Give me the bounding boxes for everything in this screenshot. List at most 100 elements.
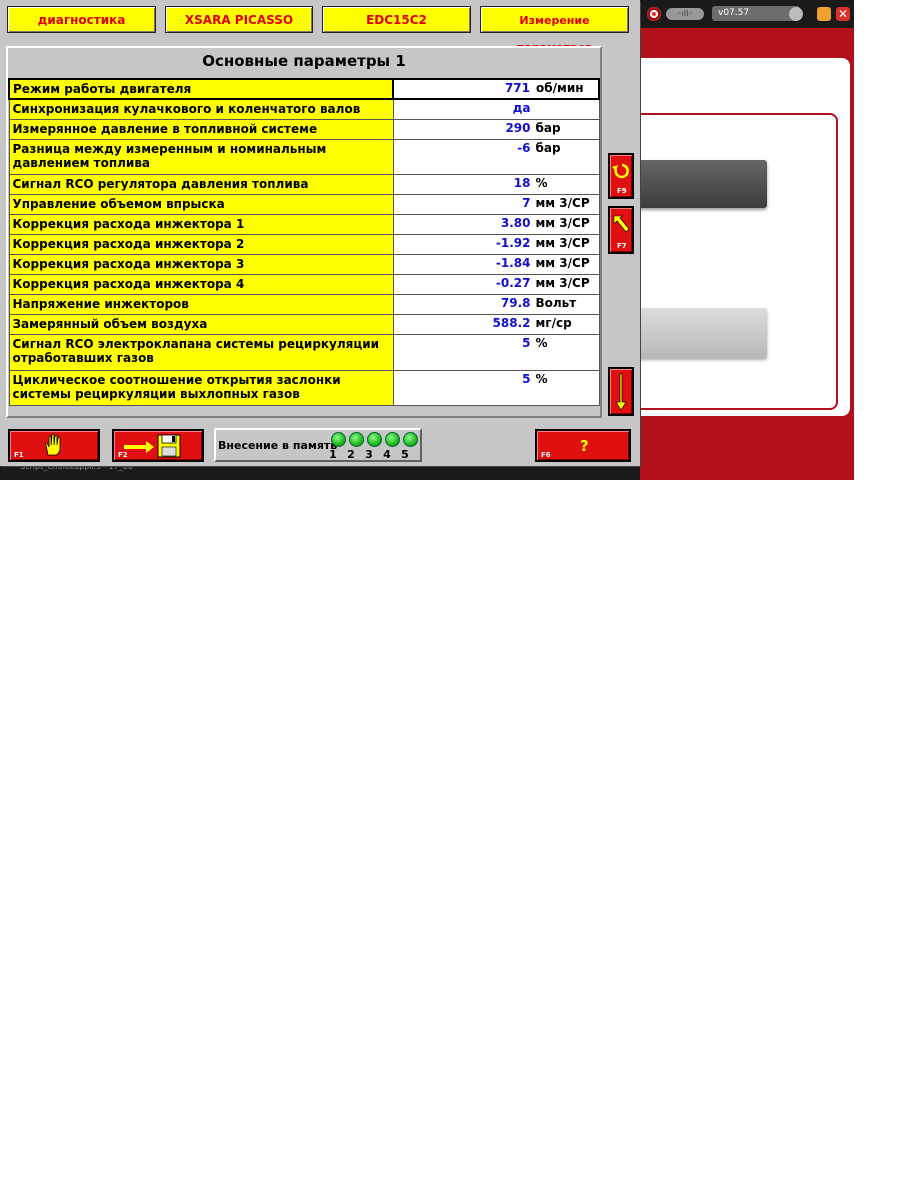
parameter-unit: % xyxy=(535,335,548,350)
memory-led-icon[interactable] xyxy=(349,432,364,447)
parameter-row[interactable]: Напряжение инжекторов 79.8 Вольт xyxy=(8,293,600,315)
bg-app-signal-icon: ◦ıll◦ xyxy=(666,8,704,20)
tab-parameter-measurement[interactable]: Измерение параметров xyxy=(480,6,629,54)
f2-key-label: F2 xyxy=(118,451,128,459)
parameter-value: 7 xyxy=(522,195,531,210)
parameter-value-cell: 5% xyxy=(392,369,600,406)
memory-label: Внесение в память xyxy=(218,439,338,452)
parameter-name: Сигнал RCO электроклапана системы рецирк… xyxy=(8,333,394,371)
bg-app-group-box xyxy=(630,113,838,410)
panel-title: Основные параметры 1 xyxy=(202,52,406,70)
f7-key-label: F7 xyxy=(617,242,627,250)
parameter-value: 5 xyxy=(522,371,531,386)
f1-key-label: F1 xyxy=(14,451,24,459)
parameter-value: 771 xyxy=(504,81,530,95)
parameter-value: 588.2 xyxy=(492,315,531,330)
f9-key-label: F9 xyxy=(617,187,627,195)
parameter-value-cell: -6 бар xyxy=(392,138,600,175)
parameter-value-cell: 79.8 Вольт xyxy=(392,293,600,315)
parameter-row[interactable]: Сигнал RCO регулятора давления топлива 18… xyxy=(8,173,600,195)
parameter-name: Коррекция расхода инжектора 2 xyxy=(8,233,394,255)
parameter-unit: мм 3/СР xyxy=(535,195,590,210)
parameter-unit: Вольт xyxy=(535,295,577,310)
memory-slot-number: 2 xyxy=(347,448,355,461)
parameter-value: 290 xyxy=(505,120,531,135)
parameter-value-cell: -1.92 мм 3/СР xyxy=(392,233,600,255)
scroll-down-button[interactable] xyxy=(608,367,634,416)
parameter-row[interactable]: Режим работы двигателя 771 об/мин xyxy=(8,78,600,100)
up-button-f7[interactable]: F7 xyxy=(608,206,634,254)
memory-slot-number: 3 xyxy=(365,448,373,461)
parameter-row[interactable]: Управление объемом впрыска 7 мм 3/СР xyxy=(8,193,600,215)
parameter-row[interactable]: Измерянное давление в топливной системе 2… xyxy=(8,118,600,140)
parameter-name: Напряжение инжекторов xyxy=(8,293,394,315)
memory-led-icon[interactable] xyxy=(331,432,346,447)
parameter-unit: мм 3/СР xyxy=(535,215,590,230)
parameter-unit: мм 3/СР xyxy=(535,255,590,270)
parameter-value: да xyxy=(512,101,531,115)
parameter-value-cell: 18% xyxy=(392,173,600,195)
parameter-row[interactable]: Коррекция расхода инжектора 2 -1.92 мм 3/С… xyxy=(8,233,600,255)
parameter-value-cell: 5% xyxy=(392,333,600,371)
parameter-value-cell: 3.80 мм 3/СР xyxy=(392,213,600,235)
f6-key-label: F6 xyxy=(541,451,551,459)
bg-app-settings-icon[interactable] xyxy=(789,7,803,21)
parameter-value-cell: -0.27 мм 3/СР xyxy=(392,273,600,295)
parameter-name: Сигнал RCO регулятора давления топлива xyxy=(8,173,394,195)
memory-slot-number: 4 xyxy=(383,448,391,461)
parameter-unit: мм 3/СР xyxy=(535,235,590,250)
memory-recording-panel: Внесение в память 1 2 3 4 5 xyxy=(214,428,422,462)
tab-ecu[interactable]: EDC15C2 xyxy=(322,6,471,33)
parameter-row[interactable]: Коррекция расхода инжектора 1 3.80 мм 3/СР xyxy=(8,213,600,235)
parameter-row[interactable]: Замерянный объем воздуха 588.2 мг/ср xyxy=(8,313,600,335)
bg-app-logo-icon xyxy=(647,7,661,21)
parameter-name: Коррекция расхода инжектора 4 xyxy=(8,273,394,295)
tab-diagnostics[interactable]: диагностика xyxy=(7,6,156,33)
parameter-value: -1.84 xyxy=(495,255,531,270)
parameter-value: 79.8 xyxy=(500,295,531,310)
diagonal-arrow-icon xyxy=(613,215,630,233)
diagnostic-window: диагностика XSARA PICASSO EDC15C2 Измере… xyxy=(0,0,640,466)
tab-vehicle[interactable]: XSARA PICASSO xyxy=(165,6,313,33)
bg-app-minimize-button[interactable] xyxy=(817,7,831,21)
parameter-unit: мм 3/СР xyxy=(535,275,590,290)
bg-app-close-button[interactable]: ✕ xyxy=(836,7,850,21)
bg-app-dark-button[interactable] xyxy=(635,160,767,208)
parameter-value: -0.27 xyxy=(495,275,531,290)
parameter-row[interactable]: Сигнал RCO электроклапана системы рецирк… xyxy=(8,333,600,371)
parameter-name: Синхронизация кулачкового и коленчатого … xyxy=(8,98,394,120)
parameter-row[interactable]: Циклическое соотношение открытия заслонк… xyxy=(8,369,600,406)
parameter-value-cell: 588.2 мг/ср xyxy=(392,313,600,335)
help-icon: ? xyxy=(580,437,589,455)
parameter-name: Коррекция расхода инжектора 3 xyxy=(8,253,394,275)
scroll-down-arrow-icon xyxy=(615,373,627,411)
save-to-disk-icon xyxy=(124,434,181,458)
parameter-name: Коррекция расхода инжектора 1 xyxy=(8,213,394,235)
stop-button-f1[interactable]: F1 xyxy=(8,429,100,462)
parameter-unit: об/мин xyxy=(536,81,584,95)
parameter-row[interactable]: Разница между измеренным и номинальным д… xyxy=(8,138,600,175)
parameter-row[interactable]: Коррекция расхода инжектора 4 -0.27 мм 3/С… xyxy=(8,273,600,295)
memory-led-icon[interactable] xyxy=(385,432,400,447)
bg-app-version: v07.57 xyxy=(712,6,800,21)
parameter-name: Разница между измеренным и номинальным д… xyxy=(8,138,394,175)
memory-led-icon[interactable] xyxy=(367,432,382,447)
memory-slot-number: 1 xyxy=(329,448,337,461)
parameter-row[interactable]: Синхронизация кулачкового и коленчатого … xyxy=(8,98,600,120)
parameter-value-cell: -1.84 мм 3/СР xyxy=(392,253,600,275)
hand-stop-icon xyxy=(45,433,61,456)
parameter-name: Циклическое соотношение открытия заслонк… xyxy=(8,369,394,406)
parameter-unit: бар xyxy=(535,120,561,135)
bg-app-light-button[interactable] xyxy=(635,308,767,358)
parameter-value-cell: да xyxy=(392,98,600,120)
memory-led-icon[interactable] xyxy=(403,432,418,447)
parameter-unit: мг/ср xyxy=(535,315,572,330)
parameter-value-cell: 290 бар xyxy=(392,118,600,140)
parameter-value: -1.92 xyxy=(495,235,531,250)
back-button-f9[interactable]: F9 xyxy=(608,153,634,199)
help-button-f6[interactable]: ? F6 xyxy=(535,429,631,462)
parameter-row[interactable]: Коррекция расхода инжектора 3 -1.84 мм 3/С… xyxy=(8,253,600,275)
memory-slot-number: 5 xyxy=(401,448,409,461)
save-button-f2[interactable]: F2 xyxy=(112,429,204,462)
parameter-value: 3.80 xyxy=(500,215,531,230)
